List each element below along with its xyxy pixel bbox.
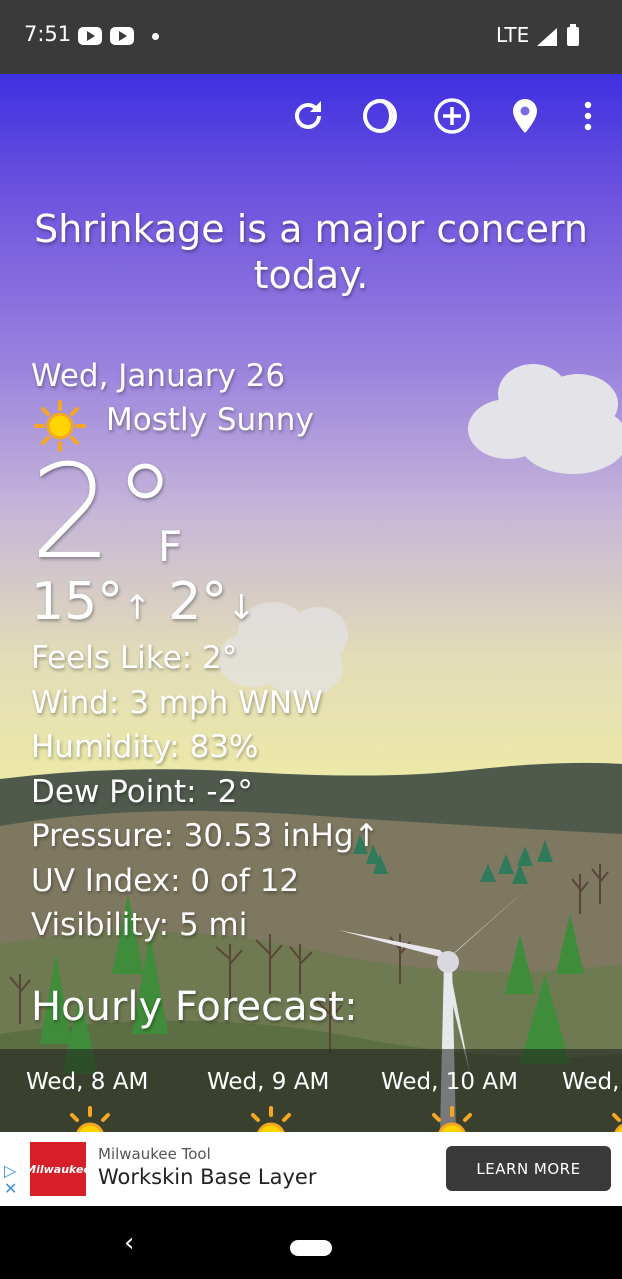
youtube-notification-icon <box>110 27 134 45</box>
weather-screen: Shrinkage is a major concern today. Wed,… <box>0 74 622 1132</box>
high-arrow: ↑ <box>123 588 152 628</box>
ad-product[interactable]: Workskin Base Layer <box>98 1165 316 1189</box>
location-pin-icon[interactable] <box>505 96 545 136</box>
ad-logo[interactable]: Milwaukee <box>25 1142 91 1196</box>
hourly-time[interactable]: Wed, 10 AM <box>381 1069 518 1095</box>
temperature-unit: F <box>158 522 183 571</box>
current-temperature: 2° <box>30 436 178 588</box>
signal-icon <box>537 28 557 46</box>
more-notifications-dot-icon <box>152 33 159 40</box>
ad-brand[interactable]: Milwaukee Tool <box>98 1145 211 1163</box>
home-pill[interactable] <box>290 1240 332 1256</box>
adchoices-icon[interactable]: ▷ ✕ <box>4 1162 17 1198</box>
refresh-icon[interactable] <box>288 96 328 136</box>
uv-index: UV Index: 0 of 12 <box>31 863 300 899</box>
more-vert-icon[interactable] <box>568 96 608 136</box>
high-temperature: 15° <box>31 572 124 632</box>
hourly-forecast-title: Hourly Forecast: <box>31 984 358 1030</box>
headline: Shrinkage is a major concern today. <box>34 207 588 297</box>
status-time: 7:51 <box>24 22 72 46</box>
current-condition: Mostly Sunny <box>106 402 314 438</box>
system-navigation-bar: ‹ <box>0 1206 622 1279</box>
current-date: Wed, January 26 <box>31 358 286 394</box>
adchoices-glyph[interactable]: ▷ <box>4 1161 16 1180</box>
hourly-time[interactable]: Wed, 11 AM <box>562 1069 622 1095</box>
sun-icon <box>612 1113 622 1132</box>
sun-icon <box>432 1106 472 1132</box>
ad-close-icon[interactable]: ✕ <box>4 1179 17 1198</box>
low-arrow: ↓ <box>227 588 256 628</box>
feels-like: Feels Like: 2° <box>31 640 238 676</box>
hourly-time[interactable]: Wed, 9 AM <box>207 1069 329 1095</box>
hourly-time[interactable]: Wed, 8 AM <box>26 1069 148 1095</box>
ad-banner[interactable]: ▷ ✕ Milwaukee Milwaukee Tool Workskin Ba… <box>0 1132 622 1206</box>
dew-point: Dew Point: -2° <box>31 774 253 810</box>
add-location-icon[interactable] <box>432 96 472 136</box>
wind: Wind: 3 mph WNW <box>31 685 323 721</box>
high-low-temperature: 15°↑ 2°↓ <box>31 572 256 632</box>
battery-icon <box>567 24 579 46</box>
low-temperature: 2° <box>168 572 228 632</box>
humidity: Humidity: 83% <box>31 729 259 765</box>
back-icon[interactable]: ‹ <box>124 1228 134 1258</box>
sun-icon <box>70 1106 110 1132</box>
hourly-forecast-strip[interactable]: Wed, 8 AM Wed, 9 AM Wed, 10 AM Wed, 11 A… <box>0 1049 622 1132</box>
pressure: Pressure: 30.53 inHg↑ <box>31 818 380 854</box>
youtube-notification-icon <box>78 27 102 45</box>
status-bar: 7:51 LTE <box>0 0 622 74</box>
learn-more-button[interactable]: LEARN MORE <box>446 1146 611 1191</box>
sun-icon <box>251 1106 291 1132</box>
theme-icon[interactable] <box>360 96 400 136</box>
visibility: Visibility: 5 mi <box>31 907 248 943</box>
network-type: LTE <box>496 23 530 47</box>
